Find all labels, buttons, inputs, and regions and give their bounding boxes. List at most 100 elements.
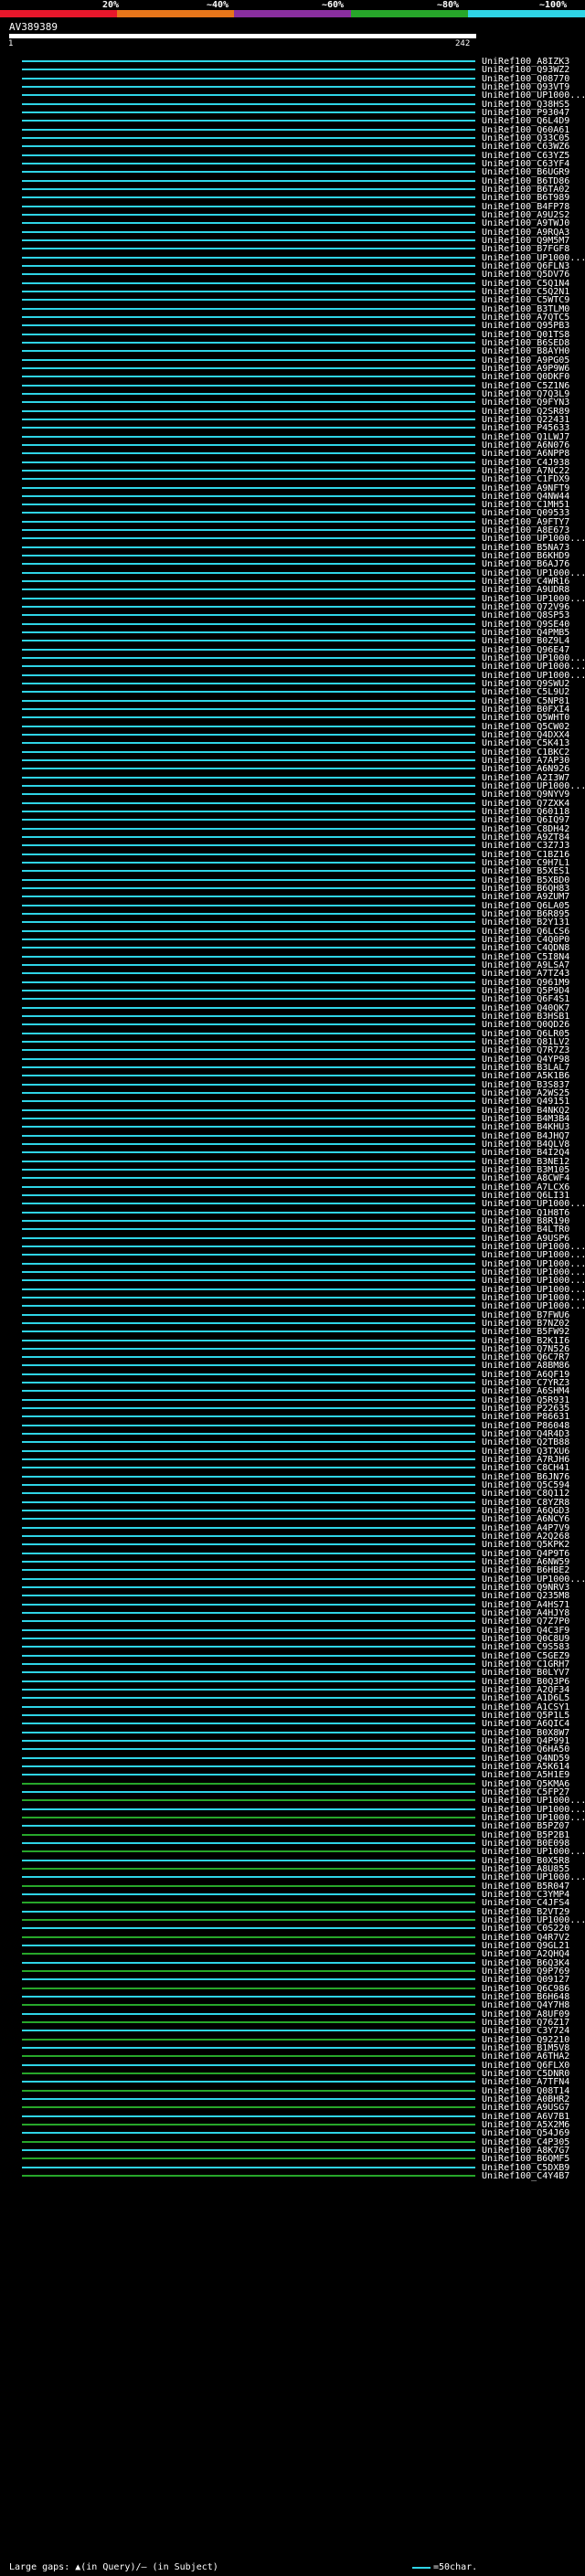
hit-alignment-line — [22, 1620, 475, 1623]
hit-alignment-line — [22, 1910, 475, 1913]
hit-alignment-line — [22, 1245, 475, 1247]
hit-alignment-line — [22, 1825, 475, 1828]
hit-alignment-line — [22, 69, 475, 71]
hit-alignment-line — [22, 85, 475, 88]
hit-alignment-line — [22, 427, 475, 429]
hit-alignment-line — [22, 2072, 475, 2074]
hit-alignment-line — [22, 938, 475, 940]
hit-alignment-line — [22, 1040, 475, 1043]
hit-alignment-line — [22, 2106, 475, 2109]
hit-alignment-line — [22, 222, 475, 225]
hit-alignment-line — [22, 1339, 475, 1341]
hit-alignment-line — [22, 239, 475, 241]
hit-alignment-line — [22, 1841, 475, 1844]
hit-alignment-line — [22, 128, 475, 131]
hit-alignment-line — [22, 461, 475, 463]
hit-alignment-line — [22, 827, 475, 830]
hit-alignment-line — [22, 187, 475, 190]
hit-alignment-line — [22, 1424, 475, 1426]
hit-alignment-line — [22, 2063, 475, 2066]
hit-alignment-line — [22, 1663, 475, 1666]
hit-alignment-line — [22, 1680, 475, 1682]
hit-alignment-line — [22, 1510, 475, 1512]
hit-alignment-line — [22, 2097, 475, 2100]
scale-label: =50char. — [433, 2562, 478, 2572]
hit-alignment-line — [22, 563, 475, 566]
hit-alignment-line — [22, 1595, 475, 1597]
hit-alignment-line — [22, 1364, 475, 1367]
hit-alignment-line — [22, 665, 475, 668]
hit-alignment-line — [22, 1203, 475, 1205]
hit-alignment-line — [22, 555, 475, 557]
hit-alignment-line — [22, 1586, 475, 1589]
hit-alignment-line — [22, 640, 475, 642]
hit-alignment-line — [22, 376, 475, 378]
hit-alignment-line — [22, 750, 475, 753]
hit-alignment-line — [22, 1211, 475, 1214]
hit-alignment-line — [22, 597, 475, 599]
hit-alignment-line — [22, 60, 475, 62]
hit-alignment-line — [22, 588, 475, 591]
hit-alignment-line — [22, 2020, 475, 2023]
gaps-legend: Large gaps: ▲(in Query)/– (in Subject) — [9, 2562, 218, 2572]
hit-alignment-line — [22, 273, 475, 276]
hit-alignment-line — [22, 1526, 475, 1529]
hit-alignment-line — [22, 1160, 475, 1162]
hit-alignment-line — [22, 1193, 475, 1196]
hit-alignment-line — [22, 793, 475, 796]
hit-alignment-line — [22, 392, 475, 395]
hit-alignment-line — [22, 1961, 475, 1964]
hit-alignment-line — [22, 1543, 475, 1546]
hit-alignment-line — [22, 683, 475, 685]
hit-alignment-line — [22, 1356, 475, 1359]
hit-alignment-line — [22, 1228, 475, 1231]
hit-alignment-line — [22, 1892, 475, 1895]
hit-alignment-line — [22, 2148, 475, 2151]
hit-alignment-line — [22, 1689, 475, 1691]
hit-alignment-line — [22, 537, 475, 540]
hit-alignment-line — [22, 2081, 475, 2083]
hit-alignment-line — [22, 1935, 475, 1938]
hit-alignment-line — [22, 196, 475, 199]
hit-alignment-line — [22, 1270, 475, 1273]
hit-alignment-line — [22, 981, 475, 983]
hit-alignment-line — [22, 887, 475, 889]
hit-alignment-line — [22, 120, 475, 122]
hit-alignment-line — [22, 281, 475, 284]
hit-alignment-line — [22, 1032, 475, 1034]
hit-alignment-line — [22, 2174, 475, 2177]
hit-alignment-line — [22, 708, 475, 711]
hit-alignment-line — [22, 1953, 475, 1956]
hit-alignment-line — [22, 1398, 475, 1401]
hit-alignment-line — [22, 154, 475, 156]
hit-alignment-line — [22, 1006, 475, 1009]
hit-alignment-line — [22, 819, 475, 822]
hit-alignment-line — [22, 358, 475, 361]
hit-alignment-line — [22, 2046, 475, 2049]
hit-alignment-line — [22, 1731, 475, 1733]
hit-alignment-line — [22, 264, 475, 267]
hit-alignment-line — [22, 1705, 475, 1708]
hit-alignment-line — [22, 2012, 475, 2015]
hit-alignment-line — [22, 1799, 475, 1802]
hit-alignment-line — [22, 1492, 475, 1495]
hit-list: UniRef100_A8IZK3 UniRef100_Q93WZ2 UniRef10… — [0, 0, 585, 2576]
hit-alignment-line — [22, 1236, 475, 1239]
hit-alignment-line — [22, 1313, 475, 1316]
hit-alignment-line — [22, 401, 475, 404]
hit-alignment-line — [22, 409, 475, 412]
hit-alignment-line — [22, 1330, 475, 1333]
hit-alignment-line — [22, 2038, 475, 2041]
hit-alignment-line — [22, 2055, 475, 2058]
hit-alignment-line — [22, 768, 475, 770]
hit-alignment-line — [22, 1475, 475, 1478]
hit-alignment-line — [22, 955, 475, 958]
hit-alignment-line — [22, 1219, 475, 1222]
hit-alignment-line — [22, 102, 475, 105]
hit-label[interactable]: UniRef100_C4Y4B7 — [482, 2171, 569, 2181]
hit-alignment-line — [22, 1927, 475, 1930]
hit-alignment-line — [22, 1603, 475, 1606]
hit-alignment-line — [22, 622, 475, 625]
hit-alignment-line — [22, 1535, 475, 1538]
scale-line — [412, 2567, 431, 2569]
